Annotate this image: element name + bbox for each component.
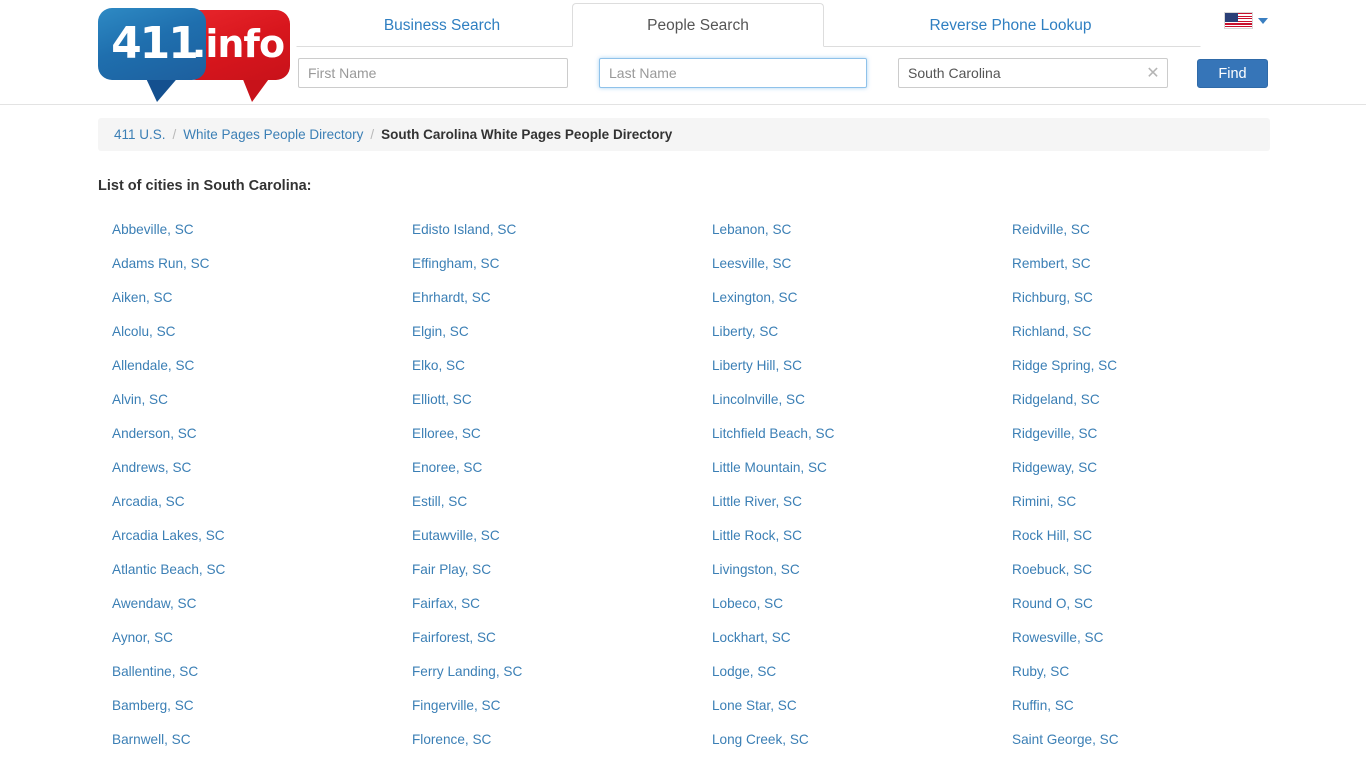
city-link[interactable]: Litchfield Beach, SC <box>712 424 1012 458</box>
city-link[interactable]: Alcolu, SC <box>112 322 412 356</box>
breadcrumb-current-page: South Carolina White Pages People Direct… <box>381 127 673 142</box>
city-link[interactable]: Rimini, SC <box>1012 492 1312 526</box>
city-link[interactable]: Ridgeville, SC <box>1012 424 1312 458</box>
city-link[interactable]: Atlantic Beach, SC <box>112 560 412 594</box>
city-link[interactable]: Lebanon, SC <box>712 220 1012 254</box>
breadcrumb-item-white-pages-directory[interactable]: White Pages People Directory <box>183 127 363 142</box>
city-link[interactable]: Leesville, SC <box>712 254 1012 288</box>
breadcrumb-separator-1: / <box>172 127 177 142</box>
tab-reverse-phone-lookup[interactable]: Reverse Phone Lookup <box>820 3 1201 47</box>
city-link[interactable]: Allendale, SC <box>112 356 412 390</box>
city-link[interactable]: Elloree, SC <box>412 424 712 458</box>
site-header: 411 .info Business Search People Search … <box>0 0 1366 105</box>
city-link[interactable]: Liberty Hill, SC <box>712 356 1012 390</box>
city-link[interactable]: Abbeville, SC <box>112 220 412 254</box>
city-link[interactable]: Fingerville, SC <box>412 696 712 730</box>
city-link[interactable]: Ridge Spring, SC <box>1012 356 1312 390</box>
locale-selector[interactable] <box>1224 12 1268 29</box>
location-input[interactable] <box>898 58 1168 88</box>
city-column-1: Abbeville, SC Adams Run, SC Aiken, SC Alcol… <box>112 220 412 764</box>
city-link[interactable]: Enoree, SC <box>412 458 712 492</box>
city-link[interactable]: Alvin, SC <box>112 390 412 424</box>
city-link[interactable]: Round O, SC <box>1012 594 1312 628</box>
clear-location-icon[interactable]: ✕ <box>1144 63 1162 83</box>
first-name-input[interactable] <box>298 58 568 88</box>
city-link[interactable]: Rock Hill, SC <box>1012 526 1312 560</box>
city-link[interactable]: Ferry Landing, SC <box>412 662 712 696</box>
city-link[interactable]: Ruffin, SC <box>1012 696 1312 730</box>
city-link[interactable]: Ruby, SC <box>1012 662 1312 696</box>
city-link[interactable]: Lodge, SC <box>712 662 1012 696</box>
us-flag-icon <box>1224 12 1253 29</box>
chevron-down-icon <box>1258 17 1268 24</box>
page-title: List of cities in South Carolina: <box>98 178 312 194</box>
find-button[interactable]: Find <box>1197 59 1268 88</box>
city-link[interactable]: Rowesville, SC <box>1012 628 1312 662</box>
city-link[interactable]: Barnwell, SC <box>112 730 412 764</box>
city-link[interactable]: Lockhart, SC <box>712 628 1012 662</box>
city-link[interactable]: Little Mountain, SC <box>712 458 1012 492</box>
city-link[interactable]: Ehrhardt, SC <box>412 288 712 322</box>
city-link[interactable]: Effingham, SC <box>412 254 712 288</box>
city-link[interactable]: Aynor, SC <box>112 628 412 662</box>
breadcrumb: 411 U.S. / White Pages People Directory … <box>98 118 1270 151</box>
city-link[interactable]: Roebuck, SC <box>1012 560 1312 594</box>
search-tabs: Business Search People Search Reverse Ph… <box>296 0 1201 47</box>
city-link[interactable]: Reidville, SC <box>1012 220 1312 254</box>
city-link[interactable]: Lincolnville, SC <box>712 390 1012 424</box>
city-link[interactable]: Saint George, SC <box>1012 730 1312 764</box>
city-column-4: Reidville, SC Rembert, SC Richburg, SC Rich… <box>1012 220 1312 764</box>
last-name-input[interactable] <box>599 58 867 88</box>
city-link[interactable]: Livingston, SC <box>712 560 1012 594</box>
city-link[interactable]: Florence, SC <box>412 730 712 764</box>
city-link[interactable]: Fairfax, SC <box>412 594 712 628</box>
city-link[interactable]: Ridgeway, SC <box>1012 458 1312 492</box>
city-link[interactable]: Ridgeland, SC <box>1012 390 1312 424</box>
city-link[interactable]: Eutawville, SC <box>412 526 712 560</box>
city-link[interactable]: Fairforest, SC <box>412 628 712 662</box>
city-column-2: Edisto Island, SC Effingham, SC Ehrhardt, … <box>412 220 712 764</box>
city-link[interactable]: Lobeco, SC <box>712 594 1012 628</box>
breadcrumb-separator-2: / <box>370 127 375 142</box>
city-link[interactable]: Richburg, SC <box>1012 288 1312 322</box>
city-link[interactable]: Elgin, SC <box>412 322 712 356</box>
city-link[interactable]: Rembert, SC <box>1012 254 1312 288</box>
city-link[interactable]: Anderson, SC <box>112 424 412 458</box>
city-link[interactable]: Ballentine, SC <box>112 662 412 696</box>
city-link[interactable]: Adams Run, SC <box>112 254 412 288</box>
city-link[interactable]: Andrews, SC <box>112 458 412 492</box>
city-link[interactable]: Richland, SC <box>1012 322 1312 356</box>
breadcrumb-item-411-us[interactable]: 411 U.S. <box>114 127 166 142</box>
city-link[interactable]: Liberty, SC <box>712 322 1012 356</box>
city-link[interactable]: Little Rock, SC <box>712 526 1012 560</box>
city-link[interactable]: Elko, SC <box>412 356 712 390</box>
city-link[interactable]: Estill, SC <box>412 492 712 526</box>
city-list-grid: Abbeville, SC Adams Run, SC Aiken, SC Alcol… <box>112 220 1352 764</box>
city-link[interactable]: Elliott, SC <box>412 390 712 424</box>
city-link[interactable]: Bamberg, SC <box>112 696 412 730</box>
city-link[interactable]: Lexington, SC <box>712 288 1012 322</box>
city-link[interactable]: Little River, SC <box>712 492 1012 526</box>
city-link[interactable]: Edisto Island, SC <box>412 220 712 254</box>
city-link[interactable]: Aiken, SC <box>112 288 412 322</box>
city-column-3: Lebanon, SC Leesville, SC Lexington, SC Lib… <box>712 220 1012 764</box>
tab-people-search[interactable]: People Search <box>572 3 824 47</box>
city-link[interactable]: Fair Play, SC <box>412 560 712 594</box>
city-link[interactable]: Arcadia, SC <box>112 492 412 526</box>
tab-business-search[interactable]: Business Search <box>296 3 588 47</box>
city-link[interactable]: Lone Star, SC <box>712 696 1012 730</box>
logo-info-text: .info <box>191 22 285 66</box>
city-link[interactable]: Arcadia Lakes, SC <box>112 526 412 560</box>
city-link[interactable]: Long Creek, SC <box>712 730 1012 764</box>
logo-411-text: 411 <box>111 18 199 69</box>
city-link[interactable]: Awendaw, SC <box>112 594 412 628</box>
